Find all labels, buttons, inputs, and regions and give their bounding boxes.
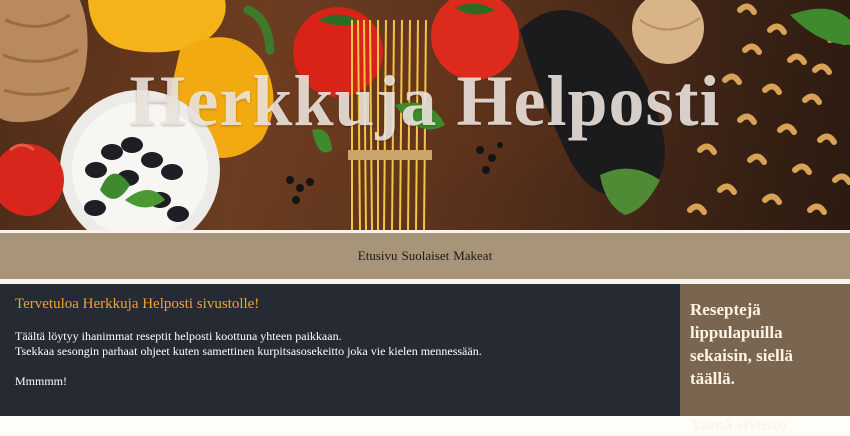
welcome-heading: Tervetuloa Herkkuja Helposti sivustolle! [15,296,260,312]
nav-item-etusivu[interactable]: Etusivu [358,248,398,264]
sidebar-text-1: Reseptejä lippulapuilla sekaisin, siellä… [690,300,793,388]
onion [632,0,704,64]
site-title: Herkkuja Helposti [129,61,721,141]
nav-item-suolaiset[interactable]: Suolaiset [402,248,450,264]
nav-item-makeat[interactable]: Makeat [453,248,492,264]
intro-text-3: Mmmmm! [15,374,68,388]
intro-text-2: Tsekkaa sesongin parhaat ohjeet kuten sa… [15,344,482,358]
main-content: Tervetuloa Herkkuja Helposti sivustolle!… [0,284,680,416]
intro-text-1: Täältä löytyy ihanimmat reseptit helpost… [15,329,342,343]
header-banner: Herkkuja Helposti [0,0,850,230]
main-nav: Etusivu Suolaiset Makeat [0,233,850,279]
tomato-left [0,144,64,216]
sidebar: Reseptejä lippulapuilla sekaisin, siellä… [680,284,850,434]
sidebar-text-2: Tämä sivusto [690,415,787,434]
content-area: Tervetuloa Herkkuja Helposti sivustolle!… [0,284,850,434]
